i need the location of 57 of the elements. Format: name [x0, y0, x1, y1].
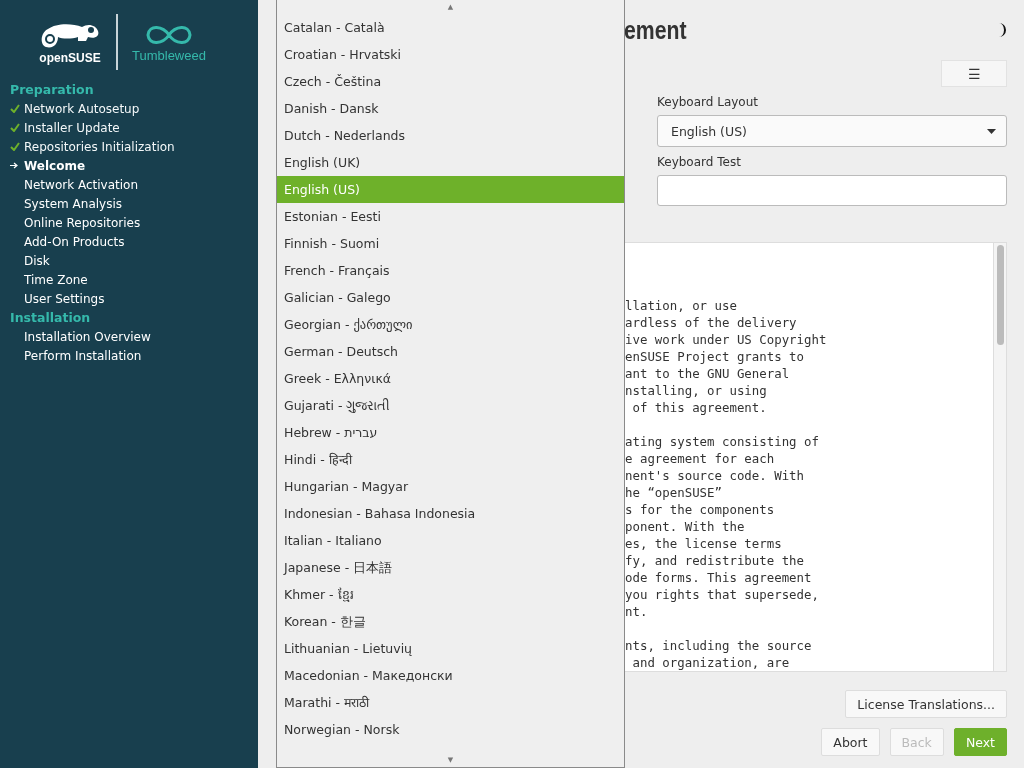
arrow-icon [10, 162, 18, 169]
step-item: Perform Installation [24, 348, 142, 363]
step-section-title: Installation [10, 309, 92, 327]
keyboard-test-label: Keyboard Test [657, 155, 742, 169]
language-option[interactable]: Greek - Ελληνικά [277, 365, 624, 392]
caret-icon [987, 128, 996, 134]
language-option[interactable]: French - Français [277, 257, 624, 284]
step-item: Add-On Products [24, 234, 125, 249]
step-item: Welcome [24, 158, 86, 173]
step-item: Repositories Initialization [24, 139, 175, 154]
license-paragraph: ating system consisting of e agreement for each nent's source code. With he “openSUSE” s for the components ponent. With the es, the license terms fy, and redistribute the ode forms. This agreement you rights that supersede, nt. [625, 433, 820, 620]
license-translations-button[interactable]: License Translations... [845, 690, 1007, 718]
step-item: User Settings [24, 291, 105, 306]
language-option[interactable]: Gujarati - ગુજરાતી [277, 392, 624, 419]
language-option[interactable]: Korean - 한글 [277, 608, 624, 635]
language-option[interactable]: Dutch - Nederlands [277, 122, 624, 149]
scrollbar-thumb[interactable] [996, 245, 1004, 345]
keyboard-layout-combo[interactable]: English (US) [657, 115, 1007, 147]
language-option[interactable]: Macedonian - Македонски [277, 662, 624, 689]
language-option[interactable]: Khmer - ខ្មែរ [277, 581, 624, 608]
step-item: System Analysis [24, 196, 122, 211]
language-option[interactable]: Hungarian - Magyar [277, 473, 624, 500]
language-option[interactable]: Norwegian - Norsk [277, 716, 624, 743]
language-option[interactable]: Hebrew - עברית [277, 419, 624, 446]
language-option[interactable]: Georgian - ქართული [277, 311, 624, 338]
language-option[interactable]: Czech - Čeština [277, 68, 624, 95]
product-name: Tumbleweed [132, 47, 206, 63]
language-option[interactable]: German - Deutsch [277, 338, 624, 365]
language-option[interactable]: Catalan - Català [277, 14, 624, 41]
page-title: ement [624, 15, 687, 45]
step-item: Time Zone [24, 272, 88, 287]
language-option[interactable]: Danish - Dansk [277, 95, 624, 122]
language-option[interactable]: English (UK) [277, 149, 624, 176]
language-option[interactable]: Italian - Italiano [277, 527, 624, 554]
language-option[interactable]: Finnish - Suomi [277, 230, 624, 257]
step-section-title: Preparation [10, 81, 95, 99]
language-option[interactable]: Indonesian - Bahasa Indonesia [277, 500, 624, 527]
keyboard-layout-label: Keyboard Layout [657, 95, 759, 109]
wizard-button[interactable]: Abort [821, 728, 880, 756]
step-item: Installation Overview [24, 329, 151, 344]
language-option[interactable]: Hindi - हिन्दी [277, 446, 624, 473]
language-option[interactable]: Estonian - Eesti [277, 203, 624, 230]
menu-button[interactable]: ☰ [941, 60, 1007, 87]
step-item: Disk [24, 253, 50, 268]
language-option[interactable]: Marathi - मराठी [277, 689, 624, 716]
language-option[interactable]: Croatian - Hrvatski [277, 41, 624, 68]
step-item: Network Autosetup [24, 101, 140, 116]
license-paragraph: nts, including the source and organization, are [625, 637, 813, 671]
brand-text: openSUSE [39, 51, 101, 65]
keyboard-test-field[interactable] [657, 175, 1007, 206]
language-option[interactable]: Galician - Galego [277, 284, 624, 311]
step-item: Installer Update [24, 120, 120, 135]
step-item: Online Repositories [24, 215, 141, 230]
license-paragraph: llation, or use ardless of the delivery ive work under US Copyright enSUSE Project grants to ant to the GNU General nstalling, or using of this agreement. [625, 297, 828, 416]
step-item: Network Activation [24, 177, 138, 192]
language-option[interactable]: Japanese - 日本語 [277, 554, 624, 581]
language-option[interactable]: Lithuanian - Lietuvių [277, 635, 624, 662]
